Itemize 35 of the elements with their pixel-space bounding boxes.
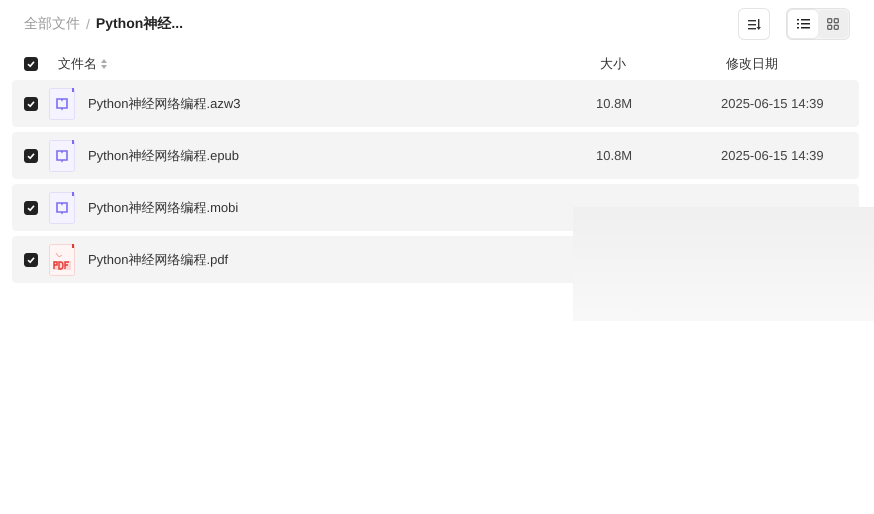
book-file-icon — [49, 192, 75, 224]
file-size: 10.8M — [596, 148, 634, 163]
breadcrumb-item[interactable]: Python神经... — [96, 15, 184, 33]
file-row[interactable]: Python神经网络编程.azw3 10.8M 2025-06-15 14:39 — [12, 80, 859, 127]
list-icon — [796, 19, 810, 29]
checkbox[interactable] — [24, 57, 38, 71]
checkbox[interactable] — [24, 96, 38, 110]
sort-icon — [748, 18, 760, 30]
book-file-icon — [49, 140, 75, 172]
file-row[interactable]: Python神经网络编程.epub 10.8M 2025-06-15 14:39 — [12, 132, 859, 179]
file-name: Python神经网络编程.azw3 — [88, 94, 242, 112]
file-name: Python神经网络编程.mobi — [88, 198, 240, 216]
checkmark-icon — [27, 204, 35, 212]
book-file-icon — [49, 88, 75, 120]
column-header[interactable]: 文件名 — [58, 55, 97, 73]
checkmark-icon — [27, 152, 35, 160]
grid-view-button[interactable] — [818, 10, 848, 38]
checkmark-icon — [27, 100, 35, 108]
grid-icon — [827, 18, 839, 30]
file-name: Python神经网络编程.pdf — [88, 250, 230, 268]
file-size: 10.8M — [596, 96, 634, 111]
pdf-file-icon — [49, 244, 75, 276]
checkbox[interactable] — [24, 148, 38, 162]
breadcrumb-separator: / — [86, 16, 90, 32]
list-view-button[interactable] — [788, 10, 818, 38]
modified-date: 2025-06-15 14:39 — [721, 148, 825, 163]
modified-date: 2025-06-15 14:39 — [721, 96, 825, 111]
column-header: 修改日期 — [726, 55, 779, 73]
checkbox[interactable] — [24, 252, 38, 266]
checkmark-icon — [27, 256, 35, 264]
file-name: Python神经网络编程.epub — [88, 146, 240, 164]
checkbox[interactable] — [24, 200, 38, 214]
column-header: 大小 — [600, 55, 627, 73]
checkmark-icon — [27, 60, 35, 68]
sort-button[interactable] — [738, 8, 770, 40]
